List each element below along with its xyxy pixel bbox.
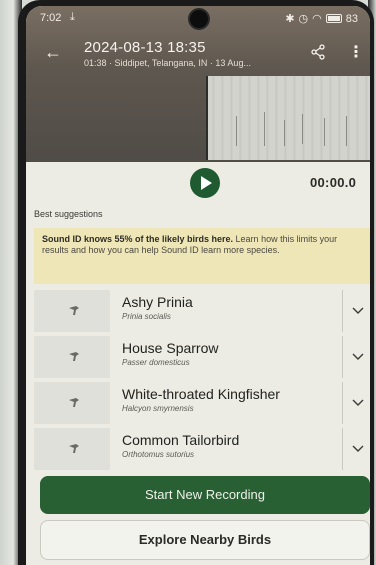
playhead-cursor xyxy=(206,76,208,160)
recording-subtitle: 01:38 · Siddipet, Telangana, IN · 13 Aug… xyxy=(84,58,251,68)
row-divider xyxy=(342,428,343,470)
bluetooth-icon: ✱ xyxy=(285,13,295,25)
bird-scientific-name: Halcyon smyrnensis xyxy=(122,404,194,413)
bird-common-name: Common Tailorbird xyxy=(122,432,240,448)
bird-common-name: Ashy Prinia xyxy=(122,294,193,310)
bird-thumbnail xyxy=(34,336,110,378)
row-divider xyxy=(342,290,343,332)
back-arrow-icon[interactable]: ← xyxy=(44,42,62,63)
app-screen: 7:02 ⤓ ✱ ◷ ◠ 83 ← 2024-08-13 18:35 01:38… xyxy=(26,6,370,565)
app-bar: ← 2024-08-13 18:35 01:38 · Siddipet, Tel… xyxy=(26,36,370,72)
battery-level: 83 xyxy=(345,12,358,25)
playback-bar: 00:00.0 xyxy=(26,162,370,204)
best-suggestions-heading: Best suggestions xyxy=(34,209,103,219)
bird-silhouette-icon xyxy=(69,444,79,453)
chevron-down-icon[interactable] xyxy=(352,304,364,316)
bird-list-item[interactable]: Ashy Prinia Prinia socialis xyxy=(26,290,370,332)
chevron-down-icon[interactable] xyxy=(352,396,364,408)
status-icons: ✱ ◷ ◠ 83 xyxy=(285,12,358,26)
more-options-icon[interactable]: ⋮ xyxy=(348,42,364,62)
download-icon: ⤓ xyxy=(70,11,75,23)
bird-thumbnail xyxy=(34,428,110,470)
spectrogram[interactable] xyxy=(206,76,370,160)
bird-list-item[interactable]: White-throated Kingfisher Halcyon smyrne… xyxy=(26,382,370,424)
row-divider xyxy=(342,336,343,378)
bird-silhouette-icon xyxy=(69,306,79,315)
spectrogram-mark xyxy=(324,118,325,146)
bird-scientific-name: Passer domesticus xyxy=(122,358,190,367)
recording-title: 2024-08-13 18:35 xyxy=(84,39,206,56)
start-new-recording-button[interactable]: Start New Recording xyxy=(40,476,370,514)
front-camera xyxy=(188,8,210,30)
bird-list-item[interactable]: House Sparrow Passer domesticus xyxy=(26,336,370,378)
status-time: 7:02 xyxy=(40,12,62,24)
share-icon[interactable] xyxy=(310,44,326,60)
bird-thumbnail xyxy=(34,290,110,332)
alarm-icon: ◷ xyxy=(298,13,309,25)
bird-common-name: White-throated Kingfisher xyxy=(122,386,280,402)
chevron-down-icon[interactable] xyxy=(352,442,364,454)
bird-scientific-name: Prinia socialis xyxy=(122,312,171,321)
explore-nearby-birds-button[interactable]: Explore Nearby Birds xyxy=(40,520,370,560)
sound-id-info-banner[interactable]: Sound ID knows 55% of the likely birds h… xyxy=(34,228,370,284)
bird-scientific-name: Orthotomus sutorius xyxy=(122,450,195,459)
battery-icon xyxy=(325,14,342,23)
bird-silhouette-icon xyxy=(69,352,79,361)
spectrogram-mark xyxy=(346,116,347,146)
status-bar: 7:02 ⤓ ✱ ◷ ◠ 83 xyxy=(26,8,370,30)
bird-list-item[interactable]: Common Tailorbird Orthotomus sutorius xyxy=(26,428,370,470)
spectrogram-mark xyxy=(284,120,285,146)
bird-silhouette-icon xyxy=(69,398,79,407)
spectrogram-mark xyxy=(236,116,237,146)
bird-thumbnail xyxy=(34,382,110,424)
spectrogram-mark xyxy=(302,114,303,144)
chevron-down-icon[interactable] xyxy=(352,350,364,362)
bird-common-name: House Sparrow xyxy=(122,340,219,356)
spectrogram-mark xyxy=(264,112,265,146)
wifi-icon: ◠ xyxy=(312,13,322,25)
play-button[interactable] xyxy=(190,168,220,198)
row-divider xyxy=(342,382,343,424)
banner-bold-text: Sound ID knows 55% of the likely birds h… xyxy=(42,234,234,244)
playback-timecode: 00:00.0 xyxy=(310,175,357,190)
